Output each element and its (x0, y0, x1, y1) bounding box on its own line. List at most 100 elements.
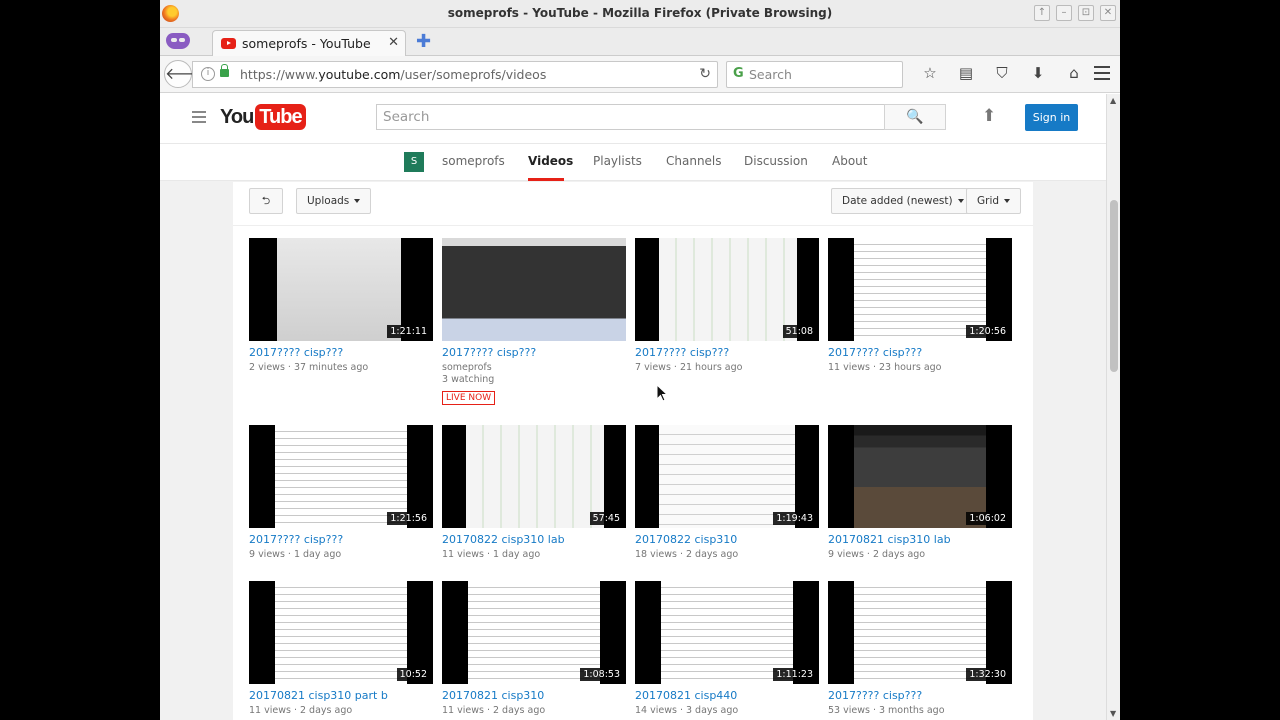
url-text[interactable]: https://www.youtube.com/user/someprofs/v… (240, 67, 546, 82)
video-title[interactable]: 20170821 cisp440 (635, 689, 819, 702)
return-arrow-icon: ⮌ (261, 195, 271, 207)
pocket-icon[interactable]: ⛉ (984, 64, 1020, 82)
video-thumbnail[interactable]: 10:52 (249, 581, 433, 684)
youtube-logo[interactable]: You Tube (220, 104, 306, 130)
video-card[interactable]: 1:21:11 2017???? cisp??? 2 views · 37 minu… (249, 238, 433, 373)
window-up-button[interactable]: ↑ (1034, 5, 1050, 21)
reading-list-icon[interactable]: ▤ (948, 64, 984, 82)
back-button[interactable]: 🡐 (164, 60, 208, 88)
video-meta: 18 views · 2 days ago (635, 549, 739, 560)
video-title[interactable]: 2017???? cisp??? (828, 689, 1012, 702)
video-card[interactable]: 57:45 20170822 cisp310 lab 11 views · 1 da… (442, 425, 626, 560)
channel-avatar[interactable]: S (404, 152, 424, 172)
video-meta: 11 views · 23 hours ago (828, 362, 942, 373)
video-thumbnail[interactable]: 57:45 (442, 425, 626, 528)
back-to-channel-button[interactable]: ⮌ (249, 188, 283, 214)
video-thumbnail[interactable]: 1:19:43 (635, 425, 819, 528)
title-bar: someprofs - YouTube - Mozilla Firefox (P… (160, 0, 1120, 28)
sort-dropdown[interactable]: Date added (newest) (831, 188, 975, 214)
downloads-icon[interactable]: ⬇ (1020, 64, 1056, 82)
info-icon[interactable]: i (201, 67, 215, 81)
video-card[interactable]: 1:21:56 2017???? cisp??? 9 views · 1 day a… (249, 425, 433, 560)
thumbnail-image (466, 425, 604, 528)
video-thumbnail[interactable]: 1:20:56 (828, 238, 1012, 341)
tab-playlists[interactable]: Playlists (593, 154, 642, 168)
window-maximize-button[interactable]: ⊡ (1078, 5, 1094, 21)
search-placeholder: Search (749, 67, 792, 82)
video-meta: 53 views · 3 months ago (828, 705, 945, 716)
new-tab-icon[interactable]: ✚ (416, 31, 431, 52)
video-title[interactable]: 2017???? cisp??? (828, 346, 1012, 359)
hamburger-menu-icon[interactable] (1094, 66, 1110, 84)
tab-about[interactable]: About (832, 154, 867, 168)
video-thumbnail[interactable]: 1:32:30 (828, 581, 1012, 684)
video-title[interactable]: 20170822 cisp310 (635, 533, 819, 546)
search-icon: 🔍 (906, 109, 924, 125)
reload-icon[interactable]: ↻ (699, 66, 711, 82)
video-card[interactable]: 1:20:56 2017???? cisp??? 11 views · 23 hou… (828, 238, 1012, 373)
video-title[interactable]: 20170822 cisp310 lab (442, 533, 626, 546)
tab-videos[interactable]: Videos (528, 154, 573, 168)
bookmark-star-icon[interactable]: ☆ (912, 64, 948, 82)
live-now-badge: LIVE NOW (442, 391, 496, 405)
video-thumbnail[interactable]: 1:21:56 (249, 425, 433, 528)
video-card[interactable]: 1:06:02 20170821 cisp310 lab 9 views · 2 d… (828, 425, 1012, 560)
page-scrollbar[interactable]: ▲ ▼ (1106, 94, 1120, 720)
youtube-search-input[interactable]: Search (376, 104, 885, 130)
tab-title: someprofs - YouTube (242, 36, 371, 51)
video-thumbnail[interactable]: 1:08:53 (442, 581, 626, 684)
home-icon[interactable]: ⌂ (1056, 64, 1092, 82)
scroll-up-icon[interactable]: ▲ (1110, 96, 1116, 105)
video-duration: 1:11:23 (773, 668, 816, 681)
video-card[interactable]: 1:11:23 20170821 cisp440 14 views · 3 days… (635, 581, 819, 716)
video-thumbnail[interactable]: 51:08 (635, 238, 819, 341)
video-title[interactable]: 2017???? cisp??? (249, 533, 433, 546)
window-minimize-button[interactable]: – (1056, 5, 1072, 21)
scroll-down-icon[interactable]: ▼ (1110, 709, 1116, 718)
guide-menu-icon[interactable] (192, 111, 206, 126)
window-close-button[interactable]: ✕ (1100, 5, 1116, 21)
video-thumbnail[interactable]: 1:21:11 (249, 238, 433, 341)
video-thumbnail[interactable] (442, 238, 626, 341)
video-title[interactable]: 2017???? cisp??? (635, 346, 819, 359)
navigation-bar: 🡐 i https://www.youtube.com/user/somepro… (160, 56, 1120, 93)
tab-discussion[interactable]: Discussion (744, 154, 808, 168)
video-meta: 3 watching (442, 374, 495, 385)
video-card[interactable]: 2017???? cisp??? someprofs 3 watching LIVE … (442, 238, 626, 405)
tab-close-icon[interactable]: ✕ (388, 35, 399, 50)
video-thumbnail[interactable]: 1:11:23 (635, 581, 819, 684)
toolbar-icons: ☆ ▤ ⛉ ⬇ ⌂ (912, 64, 1092, 82)
private-browsing-icon (166, 33, 190, 49)
video-duration: 1:21:11 (387, 325, 430, 338)
video-meta: 9 views · 1 day ago (249, 549, 342, 560)
video-card[interactable]: 1:32:30 2017???? cisp??? 53 views · 3 mont… (828, 581, 1012, 716)
sign-in-button[interactable]: Sign in (1025, 104, 1078, 131)
view-dropdown[interactable]: Grid (966, 188, 1022, 214)
video-thumbnail[interactable]: 1:06:02 (828, 425, 1012, 528)
url-bar[interactable]: i https://www.youtube.com/user/someprofs… (192, 61, 718, 88)
youtube-masthead: You Tube Search 🔍 ⬆ Sign in (160, 94, 1106, 144)
web-page: You Tube Search 🔍 ⬆ Sign in S someprofs … (160, 94, 1106, 720)
caret-down-icon (957, 199, 964, 203)
tab-channel-home[interactable]: someprofs (442, 154, 505, 168)
video-title[interactable]: 2017???? cisp??? (249, 346, 433, 359)
video-card[interactable]: 51:08 2017???? cisp??? 7 views · 21 hours … (635, 238, 819, 373)
video-title[interactable]: 20170821 cisp310 lab (828, 533, 1012, 546)
video-card[interactable]: 1:19:43 20170822 cisp310 18 views · 2 days… (635, 425, 819, 560)
browser-tab[interactable]: someprofs - YouTube ✕ (212, 30, 406, 57)
search-button[interactable]: 🔍 (884, 104, 946, 130)
video-meta: 11 views · 2 days ago (442, 705, 546, 716)
video-card[interactable]: 10:52 20170821 cisp310 part b 11 views · 2… (249, 581, 433, 716)
video-title[interactable]: 20170821 cisp310 part b (249, 689, 433, 702)
upload-icon[interactable]: ⬆ (982, 106, 996, 126)
tab-channels[interactable]: Channels (666, 154, 722, 168)
thumbnail-image (442, 238, 626, 341)
video-card[interactable]: 1:08:53 20170821 cisp310 11 views · 2 days… (442, 581, 626, 716)
video-duration: 10:52 (396, 668, 430, 681)
tab-bar: someprofs - YouTube ✕ ✚ (160, 28, 1120, 57)
scrollbar-thumb[interactable] (1110, 200, 1118, 372)
video-title[interactable]: 2017???? cisp??? (442, 346, 626, 359)
video-title[interactable]: 20170821 cisp310 (442, 689, 626, 702)
uploads-dropdown[interactable]: Uploads (296, 188, 372, 214)
browser-search-input[interactable]: G Search (726, 61, 903, 88)
